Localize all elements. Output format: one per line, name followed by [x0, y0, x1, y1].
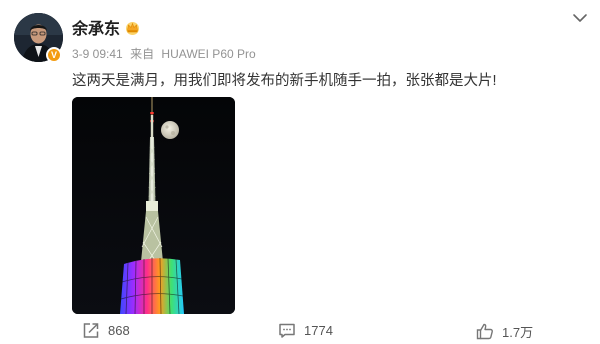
thumbs-up-icon [476, 323, 493, 340]
comment-icon [279, 323, 295, 338]
source-device[interactable]: HUAWEI P60 Pro [161, 47, 255, 61]
source-prefix: 来自 [130, 47, 155, 61]
like-count: 1.7万 [502, 325, 534, 340]
repost-icon [83, 323, 99, 338]
repost-count: 868 [108, 323, 130, 338]
author-name[interactable]: 余承东 [72, 15, 120, 39]
comment-button[interactable]: 1774 [278, 322, 333, 339]
night-tower-moon-photo [72, 97, 235, 314]
post-time[interactable]: 3-9 09:41 [72, 47, 123, 61]
action-bar: 868 1774 1.7万 [0, 320, 600, 344]
post-text: 这两天是满月，用我们即将发布的新手机随手一拍，张张都是大片! [72, 73, 497, 89]
chevron-down-icon[interactable] [572, 12, 588, 24]
comment-count: 1774 [304, 323, 333, 338]
repost-button[interactable]: 868 [82, 322, 130, 339]
post-image[interactable] [72, 97, 235, 314]
weibo-post: V 余承东 3-9 09:41 来自 HUAWEI P60 Pro 这两天是满月… [0, 0, 600, 344]
post-meta: 3-9 09:41 来自 HUAWEI P60 Pro [72, 45, 260, 62]
crown-icon [126, 21, 140, 35]
like-button[interactable]: 1.7万 [476, 322, 533, 341]
author-row: 余承东 [72, 15, 141, 39]
verified-v-badge-icon: V [46, 47, 62, 63]
